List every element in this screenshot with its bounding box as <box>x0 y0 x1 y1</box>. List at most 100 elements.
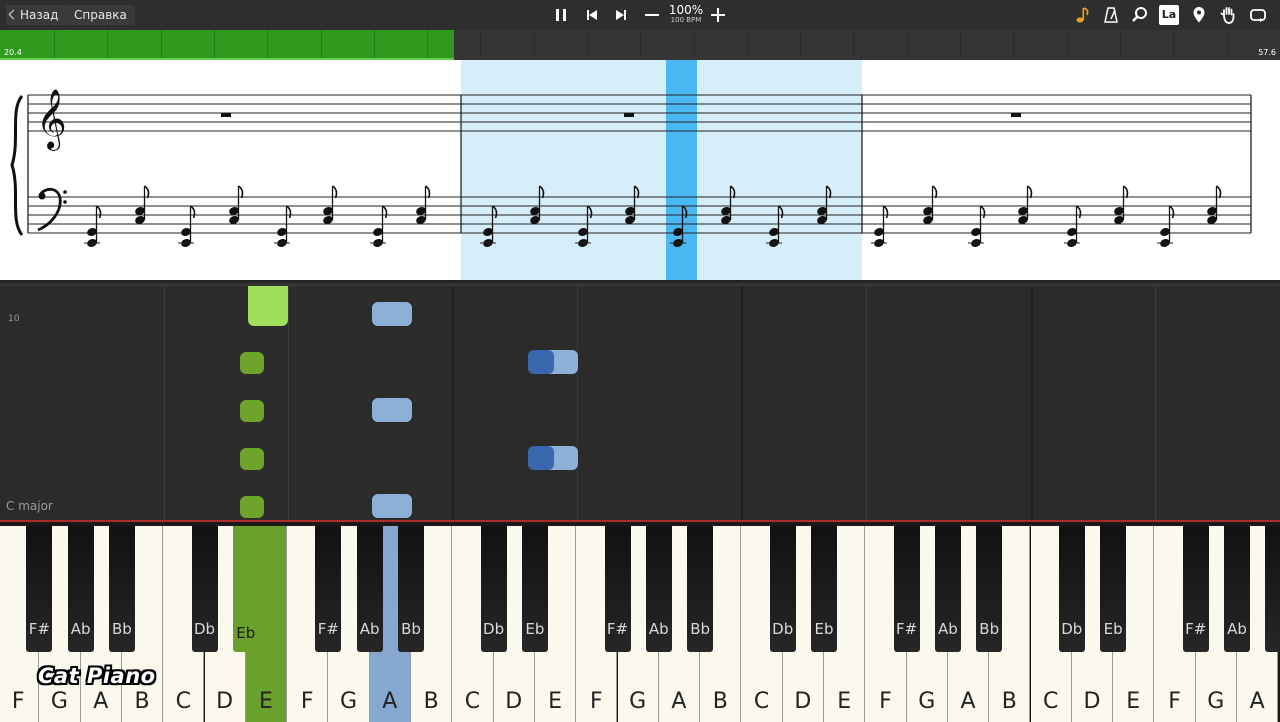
black-key[interactable]: Eb <box>1100 526 1127 652</box>
progress-tick <box>427 30 428 58</box>
current-measure-highlight <box>461 60 862 280</box>
minus-icon <box>645 14 659 16</box>
key-label: F <box>11 689 25 714</box>
black-key[interactable]: Ab <box>356 526 383 652</box>
black-key[interactable]: Eb <box>521 526 548 652</box>
hand-button[interactable] <box>1218 5 1238 25</box>
progress-tick <box>267 30 268 58</box>
falling-note <box>240 448 264 470</box>
black-key[interactable] <box>1265 526 1280 652</box>
black-key[interactable]: Ab <box>1224 526 1250 652</box>
progress-tick <box>214 30 215 58</box>
progress-tick <box>960 30 961 58</box>
previous-button[interactable] <box>582 5 602 25</box>
key-label: G <box>1207 689 1225 714</box>
lyrics-button[interactable]: La <box>1159 5 1179 25</box>
progress-tick <box>587 30 588 58</box>
key-label: G <box>50 689 68 714</box>
falling-note <box>240 400 264 422</box>
row-number: 10 <box>8 314 20 324</box>
progress-tick <box>907 30 908 58</box>
falling-note <box>528 446 554 470</box>
toolbar: Назад Справка 100% 100 BPM La <box>0 0 1280 30</box>
key-label: Eb <box>1103 620 1123 638</box>
progress-tick <box>374 30 375 58</box>
loop-button[interactable] <box>1248 5 1268 25</box>
key-label: B <box>134 689 150 714</box>
metronome-button[interactable] <box>1101 5 1121 25</box>
key-label: G <box>918 689 936 714</box>
black-key[interactable]: F# <box>604 526 631 652</box>
black-key[interactable]: F# <box>26 526 53 652</box>
progress-tick <box>1227 30 1228 58</box>
location-pin-icon <box>1193 7 1205 23</box>
measure-line <box>741 286 743 520</box>
zoom-button[interactable] <box>1130 5 1150 25</box>
black-key[interactable]: Eb <box>811 526 837 652</box>
progress-tick <box>107 30 108 58</box>
score-canvas: 𝄞 <box>10 60 1252 280</box>
black-key[interactable]: Bb <box>976 526 1003 652</box>
key-label: Eb <box>236 624 256 642</box>
key-label: B <box>712 689 728 714</box>
progress-tick <box>1173 30 1174 58</box>
key-label: Ab <box>359 620 380 638</box>
key-label: D <box>794 689 812 714</box>
key-label: D <box>505 689 523 714</box>
black-key[interactable]: F# <box>1182 526 1209 652</box>
black-key[interactable]: F# <box>315 526 342 652</box>
key-label: D <box>1083 689 1101 714</box>
tempo-percent: 100% <box>668 3 704 17</box>
black-key[interactable]: Bb <box>687 526 714 652</box>
black-key[interactable]: Ab <box>67 526 94 652</box>
key-label: F# <box>28 620 50 638</box>
black-key[interactable]: Ab <box>934 526 961 652</box>
sheet-music[interactable]: 𝄞 <box>0 60 1280 280</box>
black-key[interactable]: Ab <box>645 526 672 652</box>
progress-bar[interactable]: 20.4 57.6 <box>0 30 1280 60</box>
falling-note <box>372 494 412 518</box>
black-key[interactable]: Bb <box>398 526 424 652</box>
metronome-icon <box>1104 7 1118 23</box>
black-key[interactable]: Bb <box>108 526 135 652</box>
black-key[interactable]: Db <box>1058 526 1085 652</box>
marker-button[interactable] <box>1189 5 1209 25</box>
piano-keyboard[interactable]: F G A B C D E F G A B C D E F G A B C D E F G A B C D E F G A F# Ab Bb Db E… <box>0 520 1280 722</box>
progress-end-time: 57.6 <box>1258 48 1276 57</box>
progress-tick <box>480 30 481 58</box>
key-label: A <box>960 689 976 714</box>
progress-tick <box>54 30 55 58</box>
grid-line <box>288 286 289 520</box>
progress-tick <box>800 30 801 58</box>
progress-tick <box>747 30 748 58</box>
falling-note <box>240 352 264 374</box>
key-label: A <box>382 689 398 714</box>
falling-note <box>528 350 554 374</box>
tempo-decrease-button[interactable] <box>642 5 662 25</box>
measure-line <box>1031 286 1033 520</box>
black-key[interactable]: Db <box>480 526 507 652</box>
tempo-increase-button[interactable] <box>708 5 728 25</box>
note-button[interactable] <box>1072 5 1092 25</box>
loop-icon <box>1250 9 1266 22</box>
key-label: Db <box>772 620 794 638</box>
tempo-display: 100% 100 BPM <box>666 4 706 24</box>
key-label: F <box>1168 689 1181 714</box>
help-button[interactable]: Справка <box>66 5 135 25</box>
black-key[interactable]: Db <box>769 526 796 652</box>
next-button[interactable] <box>611 5 631 25</box>
tempo-bpm: 100 BPM <box>670 16 702 24</box>
plus-icon <box>711 8 725 22</box>
key-label: Bb <box>690 620 710 638</box>
back-button[interactable]: Назад <box>6 5 67 25</box>
key-label: Db <box>1061 620 1083 638</box>
black-key[interactable]: Db <box>191 526 218 652</box>
pause-button[interactable] <box>551 5 571 25</box>
black-key[interactable]: F# <box>893 526 920 652</box>
key-signature-label: C major <box>6 499 53 513</box>
key-label: Ab <box>1227 620 1247 638</box>
key-label: C <box>175 689 192 714</box>
black-key[interactable]: Eb <box>232 526 259 652</box>
progress-tick <box>1013 30 1014 58</box>
key-label: Bb <box>401 620 421 638</box>
